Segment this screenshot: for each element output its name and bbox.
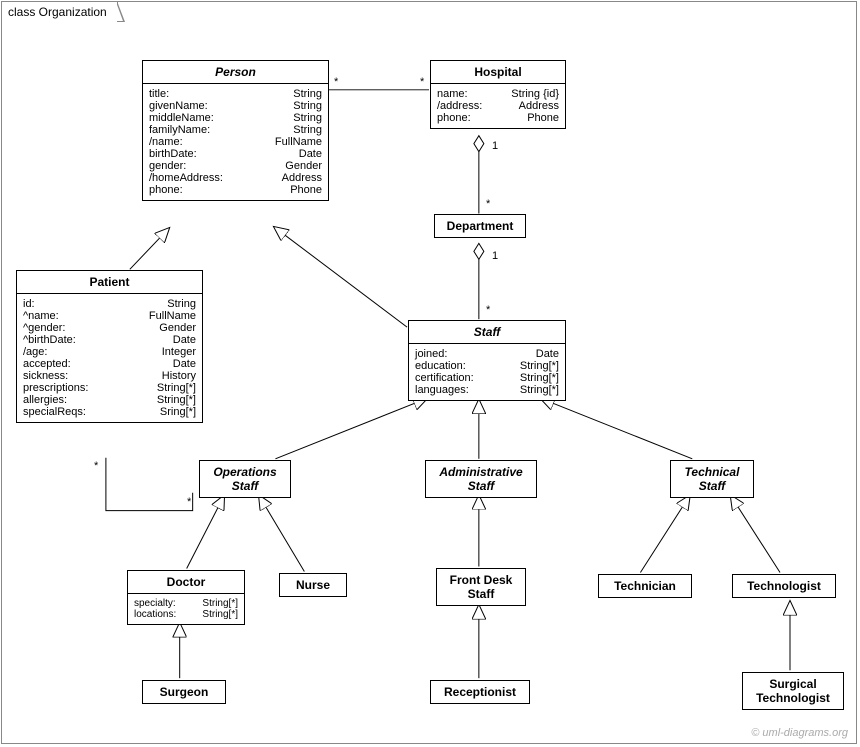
class-hospital-attrs: name:String {id} /address:Address phone:… — [431, 84, 565, 128]
copyright: © uml-diagrams.org — [751, 727, 848, 739]
class-technician-title: Technician — [599, 575, 691, 597]
class-staff-title: Staff — [409, 321, 565, 344]
class-operations-staff-title: Operations Staff — [200, 461, 290, 497]
mult-hosp-dept-bot: * — [486, 198, 490, 210]
package-frame: class Organization — [1, 1, 857, 744]
class-staff-attrs: joined:Date education:String[*] certific… — [409, 344, 565, 400]
class-patient: Patient id:String ^name:FullName ^gender… — [16, 270, 203, 423]
class-surgeon-title: Surgeon — [143, 681, 225, 703]
class-operations-staff: Operations Staff — [199, 460, 291, 498]
class-technologist: Technologist — [732, 574, 836, 598]
mult-patient-ops-l: * — [94, 460, 98, 472]
class-administrative-staff-title: Administrative Staff — [426, 461, 536, 497]
class-person: Person title:String givenName:String mid… — [142, 60, 329, 201]
class-surgical-technologist: Surgical Technologist — [742, 672, 844, 710]
class-doctor-title: Doctor — [128, 571, 244, 594]
mult-patient-ops-r: * — [187, 496, 191, 508]
class-surgeon: Surgeon — [142, 680, 226, 704]
class-technician: Technician — [598, 574, 692, 598]
class-technologist-title: Technologist — [733, 575, 835, 597]
class-surgical-technologist-title: Surgical Technologist — [743, 673, 843, 709]
class-person-title: Person — [143, 61, 328, 84]
mult-dept-staff-top: 1 — [492, 250, 498, 262]
class-nurse-title: Nurse — [280, 574, 346, 596]
class-department-title: Department — [435, 215, 525, 237]
class-receptionist: Receptionist — [430, 680, 530, 704]
class-person-attrs: title:String givenName:String middleName… — [143, 84, 328, 200]
class-staff: Staff joined:Date education:String[*] ce… — [408, 320, 566, 401]
class-nurse: Nurse — [279, 573, 347, 597]
class-patient-title: Patient — [17, 271, 202, 294]
class-front-desk-staff-title: Front Desk Staff — [437, 569, 525, 605]
mult-hosp-dept-top: 1 — [492, 140, 498, 152]
frame-label: class Organization — [8, 5, 107, 19]
frame-tab: class Organization — [1, 1, 118, 22]
class-doctor-attrs: specialty:String[*] locations:String[*] — [128, 594, 244, 624]
class-front-desk-staff: Front Desk Staff — [436, 568, 526, 606]
mult-person-hosp-r: * — [420, 76, 424, 88]
mult-dept-staff-bot: * — [486, 304, 490, 316]
class-administrative-staff: Administrative Staff — [425, 460, 537, 498]
diagram-canvas: Person title:String givenName:String mid… — [2, 22, 856, 743]
class-hospital-title: Hospital — [431, 61, 565, 84]
class-department: Department — [434, 214, 526, 238]
mult-person-hosp-l: * — [334, 76, 338, 88]
class-patient-attrs: id:String ^name:FullName ^gender:Gender … — [17, 294, 202, 422]
class-technical-staff: Technical Staff — [670, 460, 754, 498]
class-receptionist-title: Receptionist — [431, 681, 529, 703]
class-technical-staff-title: Technical Staff — [671, 461, 753, 497]
class-hospital: Hospital name:String {id} /address:Addre… — [430, 60, 566, 129]
class-doctor: Doctor specialty:String[*] locations:Str… — [127, 570, 245, 625]
